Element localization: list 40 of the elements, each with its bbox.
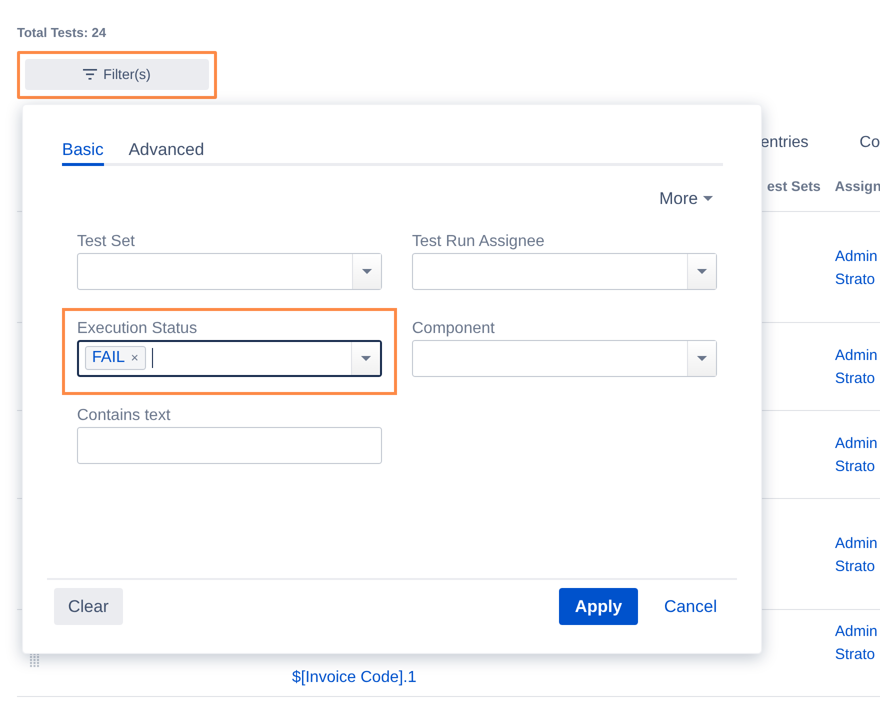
cancel-button[interactable]: Cancel bbox=[664, 594, 717, 620]
input-field[interactable] bbox=[77, 426, 382, 464]
field-label: Execution Status bbox=[77, 318, 198, 338]
apply-button[interactable]: Apply bbox=[558, 588, 638, 625]
tag-chip: FAIL × bbox=[85, 346, 146, 370]
entries-label: entries bbox=[760, 133, 809, 153]
field-label: Test Run Assignee bbox=[412, 232, 546, 252]
clear-button[interactable]: Clear bbox=[54, 588, 123, 625]
drag-handle-icon[interactable] bbox=[30, 653, 40, 668]
tab[interactable]: Advanced bbox=[128, 139, 204, 166]
dropdown-button[interactable] bbox=[687, 340, 716, 376]
more-button[interactable]: More bbox=[659, 186, 713, 212]
caret-icon bbox=[697, 356, 707, 360]
tab[interactable]: Basic bbox=[62, 139, 104, 166]
select-field[interactable] bbox=[77, 252, 382, 290]
assignee-link[interactable]: Admin Strato bbox=[835, 432, 879, 478]
column-header: est Sets bbox=[767, 177, 821, 196]
caret-icon bbox=[697, 268, 707, 274]
dropdown-button[interactable] bbox=[351, 342, 380, 374]
assignee-link[interactable]: Admin Strato bbox=[835, 245, 879, 291]
assignee-link[interactable]: Admin Strato bbox=[835, 344, 879, 390]
field-label: Component bbox=[412, 318, 496, 338]
assignee-link[interactable]: Admin Strato bbox=[835, 532, 879, 578]
select-field[interactable] bbox=[412, 252, 717, 290]
field-label: Contains text bbox=[77, 406, 172, 426]
summary-link[interactable]: $[Invoice Code].1 bbox=[292, 666, 457, 689]
caret-icon bbox=[361, 356, 371, 360]
select-field[interactable] bbox=[412, 340, 717, 376]
remove-tag-button[interactable]: × bbox=[130, 348, 138, 368]
filter-icon bbox=[83, 69, 98, 80]
select-field[interactable]: FAIL × bbox=[77, 340, 382, 376]
caret-icon bbox=[703, 196, 713, 202]
toolbar-text: Co bbox=[860, 133, 880, 153]
dropdown-button[interactable] bbox=[352, 254, 381, 288]
assignee-link[interactable]: Admin Strato bbox=[835, 620, 879, 666]
caret-icon bbox=[362, 268, 372, 274]
dropdown-button[interactable] bbox=[687, 254, 716, 288]
total-tests: Total Tests: 24 bbox=[17, 24, 108, 41]
filter-button[interactable]: Filter(s) bbox=[25, 59, 209, 90]
field-label: Test Set bbox=[77, 232, 136, 252]
